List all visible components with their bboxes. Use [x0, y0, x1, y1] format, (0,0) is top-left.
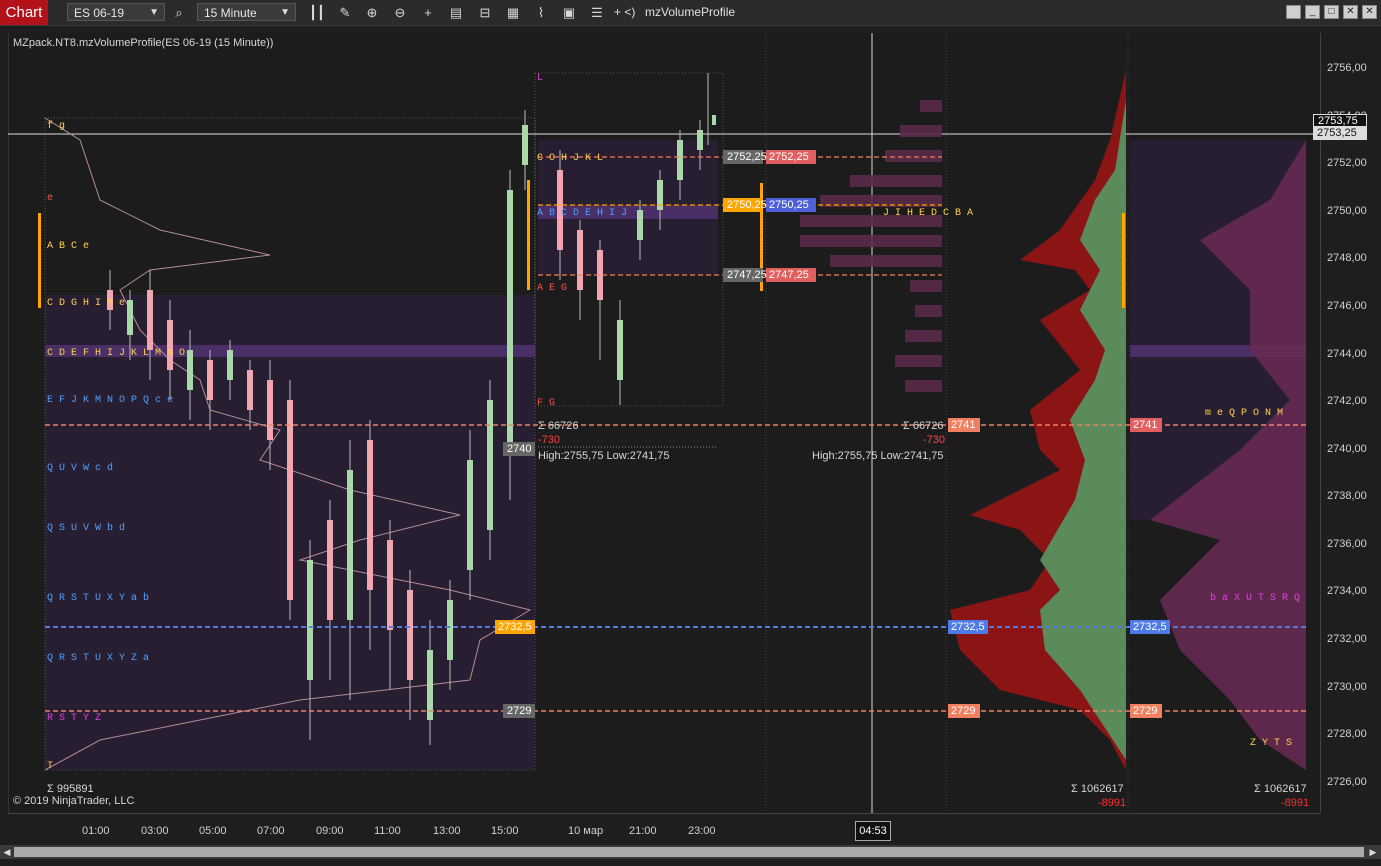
- price-tick: 2732,00: [1327, 633, 1367, 645]
- level-label-2747-a: 2747,25: [727, 269, 767, 281]
- delta-right: -8991: [1281, 797, 1310, 809]
- price-axis[interactable]: [1320, 33, 1381, 813]
- chart-title: MZpack.NT8.mzVolumeProfile(ES 06-19 (15 …: [13, 37, 274, 49]
- price-tick: 2752,00: [1327, 157, 1367, 169]
- svg-text:A B C D E H I J: A B C D E H I J: [537, 208, 627, 219]
- cursor-time-tag: 04:53: [855, 821, 891, 841]
- price-tick: 2742,00: [1327, 395, 1367, 407]
- scroll-left-icon[interactable]: ◀: [1, 845, 13, 859]
- level-label-2750-b: 2750,25: [769, 199, 809, 211]
- svg-text:f g: f g: [47, 120, 65, 132]
- level-label-2747-b: 2747,25: [769, 269, 809, 281]
- svg-text:A E G: A E G: [537, 283, 567, 294]
- copyright: © 2019 NinjaTrader, LLC: [13, 795, 135, 807]
- delta-mid: -8991: [1098, 797, 1127, 809]
- price-tick: 2750,00: [1327, 205, 1367, 217]
- svg-text:R S T Y Z: R S T Y Z: [47, 713, 101, 724]
- time-tick: 05:00: [199, 825, 227, 837]
- volume-sum-right: Σ 1062617: [1254, 783, 1307, 795]
- svg-text:A B C e: A B C e: [47, 241, 89, 252]
- chart-canvas: f g e A B C e C D G H I M e C D E F H I …: [8, 33, 1320, 813]
- level-label-val-left: 2729: [507, 705, 532, 717]
- level-label-2750-a: 2750,25: [727, 199, 767, 211]
- svg-text:e: e: [47, 193, 53, 204]
- time-tick: 11:00: [374, 825, 401, 837]
- delta-value-left: -730: [538, 434, 561, 446]
- price-tick: 2730,00: [1327, 681, 1367, 693]
- level-label-poc-right: 2732,5: [1133, 621, 1167, 633]
- svg-text:m e Q P O N M: m e Q P O N M: [1205, 408, 1283, 419]
- high-low-left: High:2755,75 Low:2741,75: [538, 450, 670, 462]
- svg-text:b a X U T S R Q: b a X U T S R Q: [1210, 592, 1300, 604]
- time-tick: 03:00: [141, 825, 169, 837]
- level-label-2741-mid: 2741: [951, 419, 976, 431]
- level-label-2729-right: 2729: [1133, 705, 1158, 717]
- price-tick: 2734,00: [1327, 585, 1367, 597]
- price-tick: 2726,00: [1327, 776, 1367, 788]
- current-price-tag: 2753,75: [1313, 114, 1367, 127]
- svg-text:Q R S T U X Y Z a: Q R S T U X Y Z a: [47, 653, 149, 664]
- svg-text:Q S U V W b d: Q S U V W b d: [47, 522, 125, 534]
- svg-text:C D G H I M e: C D G H I M e: [47, 298, 125, 309]
- svg-text:J I H E D C B A: J I H E D C B A: [883, 208, 973, 219]
- high-low-mid: High:2755,75 Low:2741,75: [812, 450, 944, 462]
- time-tick: 01:00: [82, 825, 110, 837]
- scroll-right-icon[interactable]: ▶: [1367, 845, 1379, 859]
- svg-text:C D E F H I J K L M N O: C D E F H I J K L M N O: [47, 348, 185, 359]
- time-tick: 13:00: [433, 825, 461, 837]
- svg-text:E F J K M N O P Q c e: E F J K M N O P Q c e: [47, 395, 173, 406]
- price-tick: 2748,00: [1327, 252, 1367, 264]
- price-tick: 2728,00: [1327, 728, 1367, 740]
- time-tick: 23:00: [688, 825, 716, 837]
- level-label-vah-left: 2740: [507, 443, 532, 455]
- svg-text:F G: F G: [537, 398, 555, 409]
- time-tick: 21:00: [629, 825, 657, 837]
- delta-value-mid: -730: [923, 434, 946, 446]
- svg-text:Q R S T U X Y a b: Q R S T U X Y a b: [47, 592, 149, 604]
- price-tick: 2738,00: [1327, 490, 1367, 502]
- level-label-2729-mid: 2729: [951, 705, 976, 717]
- delta-sum-left: Σ 66726: [538, 420, 579, 432]
- price-tick: 2740,00: [1327, 443, 1367, 455]
- price-tick: 2736,00: [1327, 538, 1367, 550]
- svg-text:C O H J K L: C O H J K L: [537, 153, 603, 164]
- price-tick: 2746,00: [1327, 300, 1367, 312]
- svg-text:Q U V W c d: Q U V W c d: [47, 462, 113, 474]
- svg-text:Z Y T S: Z Y T S: [1250, 738, 1292, 749]
- price-tick: 2756,00: [1327, 62, 1367, 74]
- last-price-tag: 2753,25: [1313, 127, 1367, 140]
- level-label-2752-a: 2752,25: [727, 151, 767, 163]
- volume-sum-mid: Σ 1062617: [1071, 783, 1124, 795]
- time-tick: 09:00: [316, 825, 344, 837]
- time-tick: 15:00: [491, 825, 519, 837]
- time-tick: 10 мар: [568, 825, 604, 837]
- volume-sum-left: Σ 995891: [47, 783, 94, 795]
- price-tick: 2744,00: [1327, 348, 1367, 360]
- level-label-2752-b: 2752,25: [769, 151, 809, 163]
- time-tick: 07:00: [257, 825, 285, 837]
- level-label-poc-left: 2732,5: [498, 621, 532, 633]
- level-label-poc-mid: 2732,5: [951, 621, 985, 633]
- delta-sum-mid: Σ 66726: [903, 420, 944, 432]
- svg-text:T: T: [47, 761, 53, 772]
- svg-text:L: L: [537, 73, 543, 84]
- scroll-thumb[interactable]: [14, 847, 1364, 857]
- level-label-2741-right: 2741: [1133, 419, 1158, 431]
